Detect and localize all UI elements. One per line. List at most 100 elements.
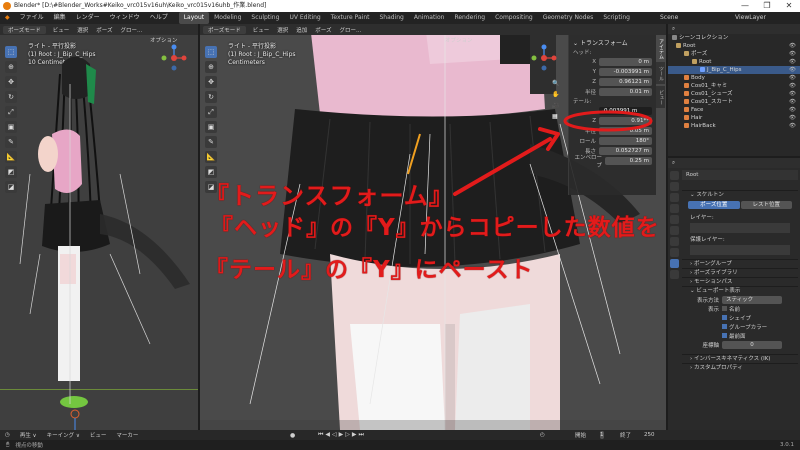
layers-label: レイヤー: [690,215,714,221]
outliner-row[interactable]: Cos01_シューズ 👁 [668,90,800,98]
skeleton-title: スケルトン [696,192,724,198]
outliner-item-label: Body [691,75,705,81]
layers-grid[interactable] [690,223,790,233]
visibility-eye-icon[interactable]: 👁 [789,50,796,58]
output-props-icon[interactable] [669,193,679,202]
outliner-panel: ⌕ シーンコレクション Root 👁 ポーズ 👁 Root 👁 J_Bip_C_Hips 👁 B… [668,24,800,156]
playhead-icon[interactable]: ◴ [540,432,545,438]
menu-edit[interactable]: 編集 [49,12,71,24]
modifier-props-icon[interactable] [669,237,679,246]
maximize-button[interactable]: ❐ [756,0,778,12]
visibility-eye-icon[interactable]: 👁 [789,74,796,82]
visibility-eye-icon[interactable]: 👁 [789,122,796,130]
end-frame-field[interactable]: 250 [644,432,655,438]
viewlayer-selector[interactable]: ViewLayer [735,12,766,24]
skeleton-section[interactable]: ⌄ スケルトン [682,190,798,199]
outliner-row[interactable]: Cos01_スカート 👁 [668,98,800,106]
outliner-item-label: Cos01_シューズ [691,91,733,97]
menu-help[interactable]: ヘルプ [145,12,173,24]
visibility-eye-icon[interactable]: 👁 [789,58,796,66]
pose-library-title: ポーズライブラリ [693,270,738,276]
outliner-search-icon[interactable]: ⌕ [668,26,679,33]
display-as-select[interactable]: スティック [722,296,782,304]
motion-paths-section[interactable]: › モーションパス [682,277,798,286]
outliner-row[interactable]: Root 👁 [668,42,800,50]
end-frame-value: 250 [644,432,655,438]
outliner-scene-collection[interactable]: シーンコレクション [668,34,800,42]
object-name-field[interactable]: Root [682,170,798,180]
scene-props-icon[interactable] [669,204,679,213]
tab-animation[interactable]: Animation [409,12,450,24]
axes-field[interactable]: 0 [722,341,782,349]
pose-position-button[interactable]: ポーズ位置 [688,201,740,209]
start-frame-field[interactable]: 1 [600,431,604,439]
outliner-row[interactable]: J_Bip_C_Hips 👁 [668,66,800,74]
left-viewport[interactable]: ポーズモード ビュー 選択 ポーズ グロー... オプション ライト - 平行投… [0,24,198,430]
playback-controls[interactable]: ⏮◀◁▶▷▶⏭ [318,431,366,439]
playback-menu[interactable]: 再生 ∨ [15,431,42,439]
blender-menu-icon[interactable]: ◆ [0,12,15,24]
outliner-row[interactable]: Cos01_キャミ 👁 [668,82,800,90]
start-frame-value: 1 [600,432,604,438]
armature-data-icon[interactable] [669,259,679,268]
object-props-icon[interactable] [669,226,679,235]
render-props-icon[interactable] [669,182,679,191]
show-group-colors-checkbox[interactable]: グループカラー [722,323,767,331]
menu-window[interactable]: ウィンドウ [105,12,145,24]
tab-uv-editing[interactable]: UV Editing [284,12,325,24]
world-props-icon[interactable] [669,215,679,224]
close-button[interactable]: ✕ [778,0,800,12]
outliner-row[interactable]: ポーズ 👁 [668,50,800,58]
physics-props-icon[interactable] [669,248,679,257]
tool-props-icon[interactable] [669,171,679,180]
visibility-eye-icon[interactable]: 👁 [789,82,796,90]
outliner-item-label: Face [691,107,704,113]
outliner-row[interactable]: Hair 👁 [668,114,800,122]
in-front-checkbox[interactable]: 最前面 [722,332,767,340]
properties-search-icon[interactable]: ⌕ [668,160,679,167]
record-button[interactable]: ● [290,432,295,439]
custom-props-section[interactable]: › カスタムプロパティ [682,363,798,372]
marker-menu[interactable]: マーカー [111,431,143,439]
protected-layers-grid[interactable] [690,245,790,255]
show-shapes-checkbox[interactable]: シェイプ [722,314,767,322]
visibility-eye-icon[interactable]: 👁 [789,90,796,98]
rest-position-button[interactable]: レスト位置 [740,201,792,209]
tab-modeling[interactable]: Modeling [209,12,246,24]
outliner-row[interactable]: Body 👁 [668,74,800,82]
tab-layout[interactable]: Layout [178,12,210,24]
ik-section[interactable]: › インバースキネマティクス (IK) [682,354,798,363]
properties-header: ⌕ [668,158,800,168]
keying-menu[interactable]: キーイング ∨ [42,431,85,439]
timeline-editor-icon[interactable]: ◷ [0,432,15,438]
outliner-item-icon [684,123,689,128]
tab-rendering[interactable]: Rendering [449,12,490,24]
motion-paths-title: モーションパス [693,279,733,285]
outliner-item-icon [684,75,689,80]
outliner-row[interactable]: HairBack 👁 [668,122,800,130]
tab-compositing[interactable]: Compositing [490,12,538,24]
menu-file[interactable]: ファイル [15,12,49,24]
viewport-display-section[interactable]: ⌄ ビューポート表示 [682,286,798,295]
outliner-row[interactable]: Root 👁 [668,58,800,66]
show-names-checkbox[interactable]: 名前 [722,305,767,313]
bone-groups-section[interactable]: › ボーングループ [682,259,798,268]
bone-props-icon[interactable] [669,270,679,279]
outliner-row[interactable]: Face 👁 [668,106,800,114]
tab-geometry-nodes[interactable]: Geometry Nodes [538,12,599,24]
visibility-eye-icon[interactable]: 👁 [789,42,796,50]
scene-selector[interactable]: Scene [660,12,678,24]
tab-scripting[interactable]: Scripting [598,12,635,24]
menu-render[interactable]: レンダー [71,12,105,24]
visibility-eye-icon[interactable]: 👁 [789,98,796,106]
timeline-view-menu[interactable]: ビュー [85,431,112,439]
tab-texture-paint[interactable]: Texture Paint [326,12,375,24]
tab-shading[interactable]: Shading [374,12,408,24]
visibility-eye-icon[interactable]: 👁 [789,106,796,114]
visibility-eye-icon[interactable]: 👁 [789,114,796,122]
pose-library-section[interactable]: › ポーズライブラリ [682,268,798,277]
annotation-line-3: 『テール』の『Y』にペースト [205,257,534,283]
minimize-button[interactable]: — [734,0,756,12]
visibility-eye-icon[interactable]: 👁 [789,66,796,74]
tab-sculpting[interactable]: Sculpting [246,12,284,24]
